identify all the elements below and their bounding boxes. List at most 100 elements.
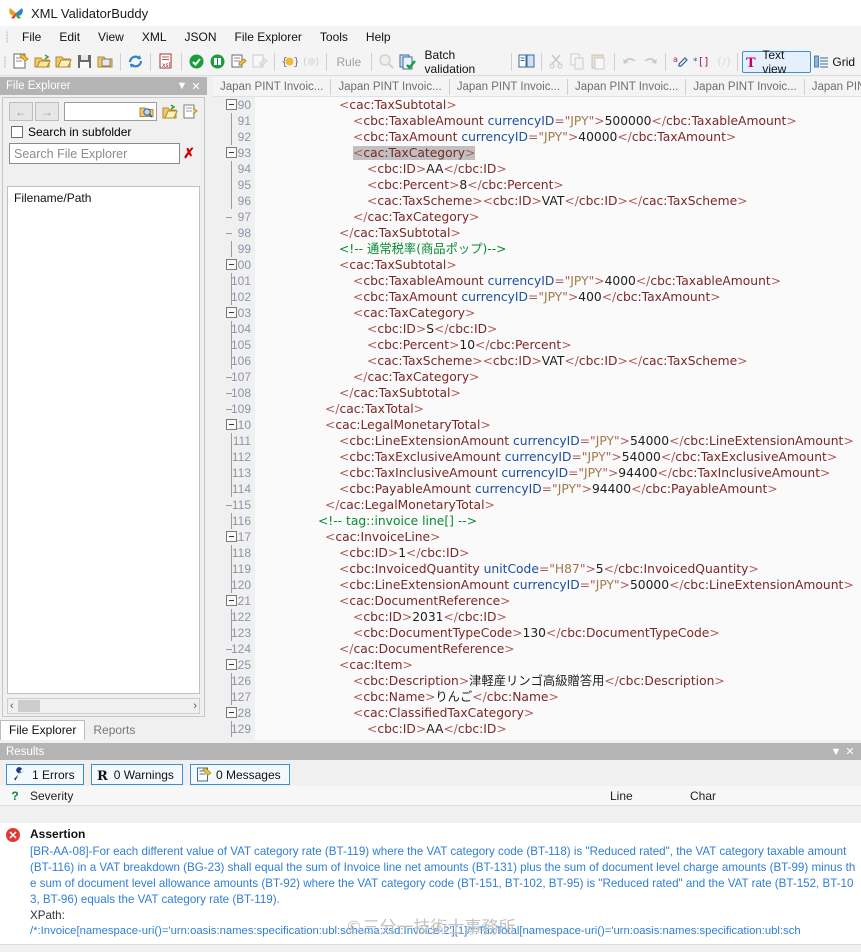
open-folder-icon[interactable]	[54, 51, 73, 72]
code-line[interactable]: 128 <cac:ClassifiedTaxCategory>	[213, 705, 861, 721]
code-line[interactable]: 108 </cac:TaxSubtotal>	[213, 385, 861, 401]
validate-schema-icon[interactable]	[208, 51, 227, 72]
code-line[interactable]: 126 <cbc:Description>津軽産リンゴ高級贈答用</cbc:Des…	[213, 673, 861, 689]
open-folder-icon[interactable]	[160, 102, 180, 121]
code-line[interactable]: 114 <cbc:PayableAmount currencyID="JPY">9…	[213, 481, 861, 497]
code-line[interactable]: 98 </cac:TaxSubtotal>	[213, 225, 861, 241]
batch-validation-button[interactable]: Batch validation	[419, 48, 507, 76]
code-line[interactable]: 115 </cac:LegalMonetaryTotal>	[213, 497, 861, 513]
clear-x-icon[interactable]: ✗	[180, 145, 198, 162]
chevron-down-icon[interactable]: ▼	[829, 746, 843, 758]
find-text-icon[interactable]: a	[671, 51, 690, 72]
document-tab[interactable]: Japan PINT Invoic...	[331, 78, 450, 95]
menu-file[interactable]: File	[13, 28, 50, 46]
scrollbar-thumb[interactable]	[17, 700, 40, 712]
menu-view[interactable]: View	[89, 28, 133, 46]
code-icon[interactable]: {/}	[713, 51, 732, 72]
code-line[interactable]: 107 </cac:TaxCategory>	[213, 369, 861, 385]
undo-icon[interactable]	[619, 51, 638, 72]
fold-collapse-box[interactable]	[226, 707, 237, 718]
search-in-subfolder-row[interactable]: Search in subfolder	[3, 123, 204, 142]
validate-wellformed-icon[interactable]	[186, 51, 205, 72]
arrow-right-icon[interactable]: →	[35, 102, 59, 121]
fold-collapse-box[interactable]	[226, 147, 237, 158]
code-line[interactable]: 117 <cac:InvoiceLine>	[213, 529, 861, 545]
redo-icon[interactable]	[641, 51, 660, 72]
code-line[interactable]: 121 <cac:DocumentReference>	[213, 593, 861, 609]
file-list-horizontal-scrollbar[interactable]: ‹ ›	[7, 698, 200, 714]
code-line[interactable]: 118 <cbc:ID>1</cbc:ID>	[213, 545, 861, 561]
replace-text-icon[interactable]: * [ ]	[692, 51, 711, 72]
menu-tools[interactable]: Tools	[311, 28, 357, 46]
cut-icon[interactable]	[547, 51, 566, 72]
code-line[interactable]: 106 <cac:TaxScheme><cbc:ID>VAT</cbc:ID></…	[213, 353, 861, 369]
errors-filter-button[interactable]: 1 Errors	[6, 764, 84, 785]
assign-schema-icon[interactable]	[229, 51, 248, 72]
document-tab[interactable]: Japan PINT Invoic...	[686, 78, 805, 95]
rule-button[interactable]: Rule	[331, 51, 368, 73]
code-line[interactable]: 113 <cbc:TaxInclusiveAmount currencyID="J…	[213, 465, 861, 481]
code-line[interactable]: 93 <cac:TaxCategory>	[213, 145, 861, 161]
compare-icon[interactable]	[517, 51, 536, 72]
code-line[interactable]: 123 <cbc:DocumentTypeCode>130</cbc:Docume…	[213, 625, 861, 641]
code-line[interactable]: 129 <cbc:ID>AA</cbc:ID>	[213, 721, 861, 737]
results-list[interactable]: ✕ Assertion [BR-AA-08]-For each differen…	[0, 823, 861, 952]
document-tab[interactable]: Japan PINT Invoic...	[213, 78, 332, 95]
fold-collapse-box[interactable]	[226, 99, 237, 110]
close-icon[interactable]: ✕	[843, 745, 857, 758]
code-line[interactable]: 102 <cbc:TaxAmount currencyID="JPY">400</…	[213, 289, 861, 305]
file-list[interactable]: Filename/Path	[7, 186, 200, 694]
code-line[interactable]: 90 <cac:TaxSubtotal>	[213, 97, 861, 113]
code-line[interactable]: 125 <cac:Item>	[213, 657, 861, 673]
new-list-icon[interactable]	[180, 102, 200, 121]
code-line[interactable]: 94 <cbc:ID>AA</cbc:ID>	[213, 161, 861, 177]
menu-edit[interactable]: Edit	[50, 28, 89, 46]
grid-view-button[interactable]: Grid	[811, 51, 861, 73]
new-file-icon[interactable]	[11, 51, 30, 72]
toolbar-grip-handle[interactable]	[2, 55, 8, 69]
paste-icon[interactable]	[589, 51, 608, 72]
browse-folder-icon[interactable]	[139, 104, 154, 119]
warnings-filter-button[interactable]: R 0 Warnings	[90, 764, 183, 785]
code-line[interactable]: 112 <cbc:TaxExclusiveAmount currencyID="J…	[213, 449, 861, 465]
result-row[interactable]: ✕ Assertion	[0, 823, 861, 842]
code-line[interactable]: 122 <cbc:ID>2031</cbc:ID>	[213, 609, 861, 625]
chevron-down-icon[interactable]: ▼	[175, 80, 189, 92]
fold-collapse-box[interactable]	[226, 595, 237, 606]
menu-json[interactable]: JSON	[176, 28, 226, 46]
code-line[interactable]: 91 <cbc:TaxableAmount currencyID="JPY">50…	[213, 113, 861, 129]
menu-grip-handle[interactable]	[4, 30, 11, 44]
scroll-left-arrow-icon[interactable]: ‹	[10, 700, 14, 712]
document-tab[interactable]: Japan PINT Invoic...	[568, 78, 687, 95]
fold-collapse-box[interactable]	[226, 307, 237, 318]
tab-reports[interactable]: Reports	[85, 721, 143, 740]
fold-collapse-box[interactable]	[226, 531, 237, 542]
xsl-transform-icon[interactable]: xsl	[156, 51, 175, 72]
uncomment-icon[interactable]: ( )	[301, 51, 320, 72]
search-in-subfolder-checkbox[interactable]	[11, 126, 23, 138]
code-line[interactable]: 105 <cbc:Percent>10</cbc:Percent>	[213, 337, 861, 353]
code-line[interactable]: 116 <!-- tag::invoice line[] -->	[213, 513, 861, 529]
code-line[interactable]: 110 <cac:LegalMonetaryTotal>	[213, 417, 861, 433]
menu-help[interactable]: Help	[357, 28, 400, 46]
column-char[interactable]: Char	[690, 789, 716, 803]
batch-validation-icon[interactable]	[398, 51, 417, 72]
assign-schema-2-icon[interactable]	[250, 51, 269, 72]
code-line[interactable]: 109 </cac:TaxTotal>	[213, 401, 861, 417]
fold-collapse-box[interactable]	[226, 419, 237, 430]
fold-collapse-box[interactable]	[226, 259, 237, 270]
column-line[interactable]: Line	[610, 789, 633, 803]
code-line[interactable]: 104 <cbc:ID>S</cbc:ID>	[213, 321, 861, 337]
messages-filter-button[interactable]: 0 Messages	[189, 764, 290, 785]
code-line[interactable]: 111 <cbc:LineExtensionAmount currencyID="…	[213, 433, 861, 449]
code-line[interactable]: 92 <cbc:TaxAmount currencyID="JPY">40000<…	[213, 129, 861, 145]
code-line[interactable]: 96 <cac:TaxScheme><cbc:ID>VAT</cbc:ID></c…	[213, 193, 861, 209]
document-tab[interactable]: Japan PINT Invoic...	[450, 78, 569, 95]
open-file-icon[interactable]	[33, 51, 52, 72]
scroll-right-arrow-icon[interactable]: ›	[193, 700, 197, 712]
text-view-button[interactable]: T Text view	[742, 48, 812, 76]
arrow-left-icon[interactable]: ←	[9, 102, 33, 121]
code-line[interactable]: 120 <cbc:LineExtensionAmount currencyID="…	[213, 577, 861, 593]
save-all-icon[interactable]	[96, 51, 115, 72]
tab-file-explorer[interactable]: File Explorer	[0, 720, 86, 740]
